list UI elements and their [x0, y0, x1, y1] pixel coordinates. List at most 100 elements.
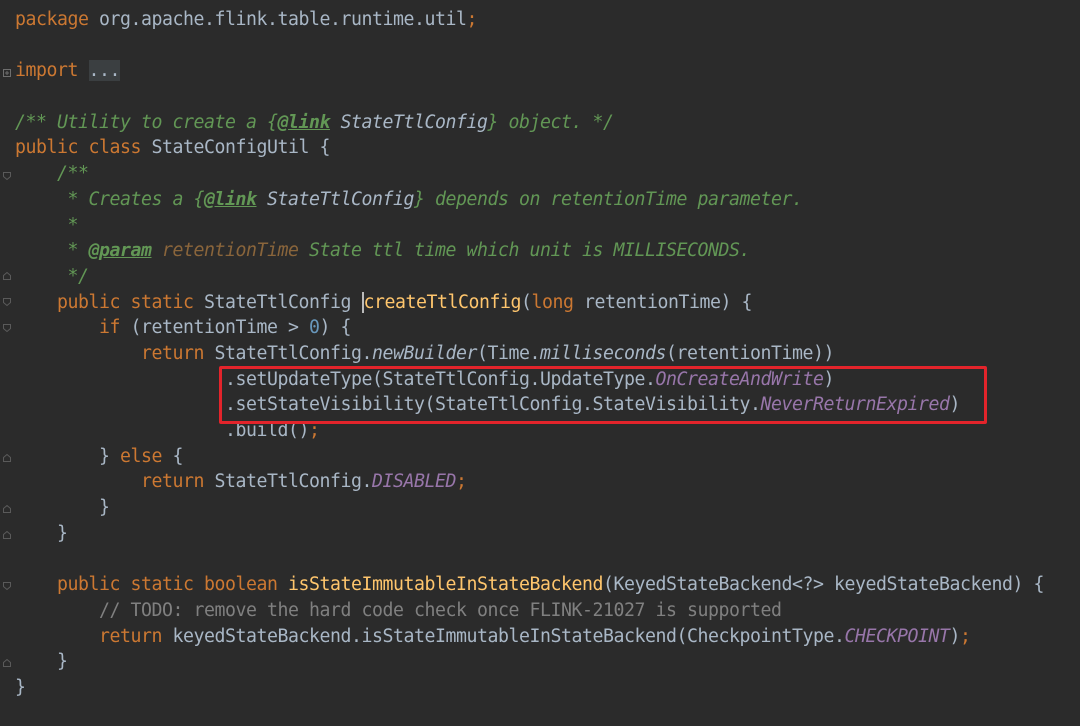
code-line[interactable]: }	[15, 521, 1080, 547]
code-token-static-method: newBuilder	[372, 342, 477, 364]
code-token-plain: .setStateVisibility(StateTtlConfig.State…	[15, 394, 761, 416]
code-line[interactable]: }	[15, 675, 1080, 701]
code-token-plain: StateTtlConfig.	[204, 342, 372, 364]
code-token-plain: StateTtlConfig	[193, 291, 362, 313]
code-line[interactable]: .build();	[15, 418, 1080, 444]
code-token-plain: .build()	[15, 420, 309, 441]
code-token-comment: /**	[15, 163, 89, 185]
code-token-method-decl: isStateImmutableInStateBackend	[288, 574, 603, 596]
code-token-keyword: public static	[15, 291, 194, 313]
code-line[interactable]: import ...	[15, 58, 1080, 84]
code-token-plain: )	[949, 625, 961, 647]
code-token-comment: } object. */	[487, 111, 614, 133]
fold-toggle-icon[interactable]	[3, 69, 11, 77]
code-line[interactable]: *	[15, 213, 1080, 239]
code-token-keyword: import	[15, 60, 78, 82]
code-token-comment: * Creates a {	[15, 188, 204, 210]
code-token-comment: State ttl time which unit is MILLISECOND…	[298, 240, 750, 262]
code-token-folded: ...	[88, 60, 120, 82]
code-token-static-method: milliseconds	[540, 342, 666, 364]
code-line[interactable]: /**	[15, 161, 1080, 187]
code-token-keyword: return	[15, 342, 204, 364]
code-line[interactable]: // TODO: remove the hard code check once…	[15, 598, 1080, 624]
code-line[interactable]: public class StateConfigUtil {	[15, 135, 1080, 161]
code-token-plain: keyedStateBackend.isStateImmutableInStat…	[162, 625, 845, 647]
code-line[interactable]	[15, 546, 1080, 572]
code-line[interactable]: * Creates a {@link StateTtlConfig} depen…	[15, 187, 1080, 213]
fold-end-icon[interactable]	[3, 272, 11, 280]
code-token-keyword: else	[120, 445, 162, 467]
code-line[interactable]: if (retentionTime > 0) {	[15, 315, 1080, 341]
code-token-keyword: long	[531, 291, 574, 313]
code-token-keyword: public class	[15, 137, 141, 159]
code-line[interactable]: }	[15, 649, 1080, 675]
code-token-punct: ;	[456, 471, 467, 493]
code-line[interactable]: return StateTtlConfig.newBuilder(Time.mi…	[15, 341, 1080, 367]
code-token-plain: retentionTime) {	[573, 291, 752, 313]
code-line[interactable]: return keyedStateBackend.isStateImmutabl…	[15, 624, 1080, 650]
code-token-field: OnCreateAndWrite	[655, 368, 824, 390]
code-area[interactable]: package org.apache.flink.table.runtime.u…	[15, 7, 1080, 701]
code-token-doc-tag: @link	[204, 188, 257, 210]
fold-end-icon[interactable]	[3, 505, 11, 513]
code-token-comment: */	[15, 265, 89, 287]
code-token-plain: (KeyedStateBackend<?> keyedStateBackend)…	[603, 574, 1044, 596]
fold-start-icon[interactable]	[3, 172, 11, 180]
code-line[interactable]: return StateTtlConfig.DISABLED;	[15, 469, 1080, 495]
code-token-plain: StateConfigUtil {	[141, 137, 330, 159]
code-line[interactable]: public static StateTtlConfig createTtlCo…	[15, 290, 1080, 316]
code-token-plain: ) {	[319, 317, 352, 339]
fold-end-icon[interactable]	[3, 659, 11, 667]
code-token-plain: {	[162, 445, 183, 467]
code-token-plain: }	[15, 445, 120, 467]
code-token-field: DISABLED	[372, 471, 456, 493]
fold-end-icon[interactable]	[3, 531, 11, 539]
code-token-plain: (	[521, 291, 532, 313]
editor-gutter	[0, 0, 14, 726]
code-line[interactable]: package org.apache.flink.table.runtime.u…	[15, 7, 1080, 33]
code-token-doc-ref: StateTtlConfig	[256, 188, 414, 210]
code-editor[interactable]: package org.apache.flink.table.runtime.u…	[0, 0, 1080, 726]
code-line[interactable]: public static boolean isStateImmutableIn…	[15, 572, 1080, 598]
code-line[interactable]: } else {	[15, 444, 1080, 470]
code-token-punct: ;	[309, 420, 320, 441]
fold-start-icon[interactable]	[3, 324, 11, 332]
code-token-plain: }	[15, 676, 26, 698]
code-token-field: CHECKPOINT	[844, 625, 950, 647]
code-token-plain: (retentionTime >	[120, 317, 309, 339]
code-token-comment: *	[15, 214, 78, 236]
code-token-keyword: package	[15, 9, 89, 30]
code-token-comment: *	[15, 240, 89, 262]
code-token-plain: org.apache.flink.table.runtime.util	[88, 9, 467, 30]
code-token-doc-tag: @link	[277, 111, 331, 133]
code-token-doc-tag: @param	[88, 240, 152, 262]
code-token-plain: }	[15, 522, 68, 544]
fold-start-icon[interactable]	[3, 582, 11, 590]
code-token-plain: }	[15, 651, 68, 673]
code-line[interactable]: }	[15, 495, 1080, 521]
code-token-field: NeverReturnExpired	[760, 394, 950, 416]
code-token-plain: .setUpdateType(StateTtlConfig.UpdateType…	[15, 368, 656, 390]
code-token-comment: /** Utility to create a {	[15, 111, 278, 133]
code-token-comment: } depends on retentionTime parameter.	[414, 188, 803, 210]
fold-start-icon[interactable]	[3, 298, 11, 306]
code-token-plain: )	[949, 394, 961, 416]
code-token-plain: (retentionTime))	[666, 342, 834, 364]
fold-end-icon[interactable]	[3, 454, 11, 462]
code-line[interactable]	[15, 33, 1080, 59]
code-token-number: 0	[309, 317, 320, 339]
code-token-line-comment: // TODO: remove the hard code check once…	[15, 599, 782, 621]
code-token-keyword: if	[15, 317, 120, 339]
code-token-plain: (Time.	[477, 342, 540, 364]
code-token-punct: ;	[960, 625, 971, 647]
code-line[interactable]: * @param retentionTime State ttl time wh…	[15, 238, 1080, 264]
code-token-plain: }	[15, 497, 110, 519]
code-line[interactable]: .setUpdateType(StateTtlConfig.UpdateType…	[15, 367, 1080, 393]
code-line[interactable]: */	[15, 264, 1080, 290]
code-line[interactable]: .setStateVisibility(StateTtlConfig.State…	[15, 392, 1080, 418]
code-line[interactable]	[15, 84, 1080, 110]
code-token-doc-param: retentionTime	[151, 240, 299, 262]
code-line[interactable]: /** Utility to create a {@link StateTtlC…	[15, 110, 1080, 136]
